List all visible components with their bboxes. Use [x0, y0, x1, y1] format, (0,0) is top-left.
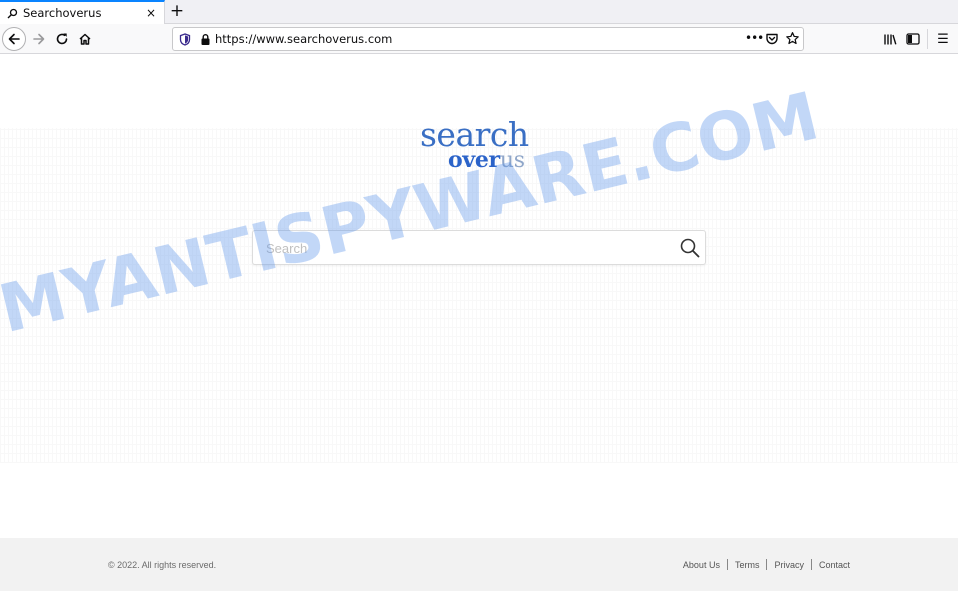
background-pattern: [0, 128, 958, 463]
page-content: search overus: [0, 55, 958, 538]
home-button[interactable]: [73, 27, 97, 51]
tab-bar: Searchoverus × +: [0, 0, 958, 24]
menu-button[interactable]: ☰: [934, 30, 952, 48]
url-bar[interactable]: https://www.searchoverus.com •••: [172, 27, 804, 51]
toolbar-divider: [927, 29, 928, 49]
logo-overus-text: overus: [448, 147, 525, 173]
sidebar-button[interactable]: [904, 30, 922, 48]
tab-title: Searchoverus: [23, 6, 102, 20]
lock-icon[interactable]: [198, 32, 212, 46]
pocket-icon[interactable]: [765, 32, 779, 46]
search-icon: [6, 7, 18, 19]
copyright-text: © 2022. All rights reserved.: [108, 560, 217, 570]
about-us-link[interactable]: About Us: [683, 560, 720, 570]
url-text[interactable]: https://www.searchoverus.com: [215, 32, 392, 46]
magnifier-icon[interactable]: [679, 237, 701, 259]
footer-divider: [766, 559, 768, 570]
footer-divider: [810, 559, 812, 570]
searchoverus-logo[interactable]: search overus: [420, 117, 542, 177]
page-actions-button[interactable]: •••: [745, 28, 764, 50]
back-button[interactable]: [2, 27, 26, 51]
menu-icon: ☰: [937, 31, 949, 47]
tracking-protection-shield-icon[interactable]: [178, 32, 192, 46]
contact-link[interactable]: Contact: [819, 560, 850, 570]
terms-link[interactable]: Terms: [735, 560, 760, 570]
library-button[interactable]: [881, 30, 899, 48]
reload-icon: [56, 33, 68, 45]
search-box: [252, 230, 706, 265]
forward-button[interactable]: [27, 27, 51, 51]
back-arrow-icon: [8, 33, 20, 45]
library-icon: [884, 34, 897, 45]
new-tab-button[interactable]: +: [168, 2, 186, 22]
navigation-toolbar: https://www.searchoverus.com ••• ☰: [0, 24, 958, 54]
forward-arrow-icon: [33, 33, 45, 45]
search-input[interactable]: [266, 239, 666, 257]
sidebar-icon: [906, 33, 920, 45]
footer: © 2022. All rights reserved. About Us Te…: [0, 538, 958, 591]
bookmark-star-icon[interactable]: [785, 31, 800, 46]
reload-button[interactable]: [50, 27, 74, 51]
footer-divider: [726, 559, 728, 570]
home-icon: [79, 33, 91, 45]
privacy-link[interactable]: Privacy: [774, 560, 804, 570]
tab-searchoverus[interactable]: Searchoverus ×: [0, 0, 165, 24]
footer-links: About Us Terms Privacy Contact: [683, 559, 850, 570]
close-tab-icon[interactable]: ×: [144, 6, 158, 20]
